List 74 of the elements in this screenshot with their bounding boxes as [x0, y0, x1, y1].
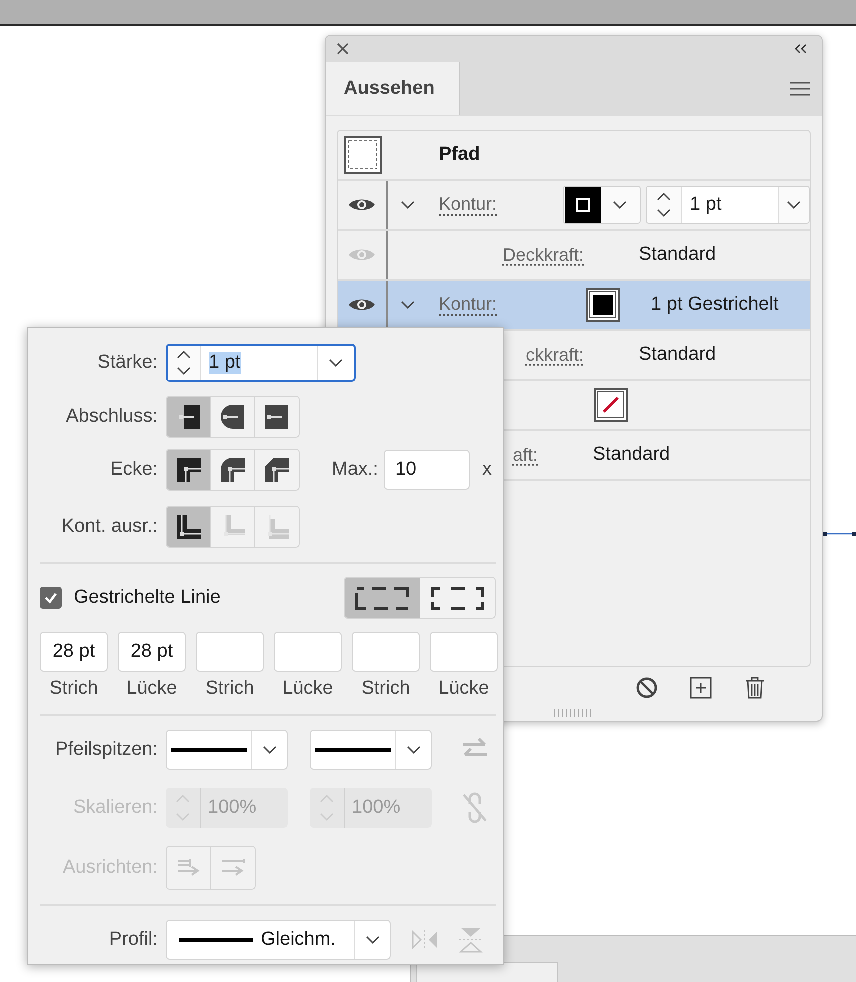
stroke-weight-field[interactable]: 1 pt	[166, 344, 356, 382]
arrowhead-dropdown[interactable]	[310, 730, 432, 770]
field-label: Kont. ausr.:	[60, 516, 158, 538]
field-label: Lücke	[126, 678, 178, 700]
resize-grip-icon[interactable]	[553, 709, 593, 717]
align-stroke-button[interactable]	[167, 507, 211, 547]
unit-label: x	[482, 459, 492, 481]
field-label: Ecke:	[109, 459, 158, 481]
appearance-row[interactable]: Kontur: 1 pt	[338, 181, 810, 231]
stroke-link[interactable]: Kontur:	[439, 194, 498, 216]
dash-field[interactable]: 28 pt	[40, 632, 108, 672]
chevron-icon	[329, 359, 343, 367]
arrow-align-icon	[176, 858, 202, 878]
stroke-swatch-dropdown[interactable]	[563, 186, 642, 224]
opacity-value: Standard	[593, 444, 670, 466]
aligned-dash-icon	[428, 585, 486, 611]
checkbox[interactable]	[40, 587, 62, 609]
stroke-link[interactable]: Kontur:	[439, 294, 498, 316]
dash-field[interactable]	[430, 632, 498, 672]
field-label: Abschluss:	[65, 406, 158, 428]
round-cap-icon	[220, 404, 246, 430]
path-thumbnail-icon	[344, 136, 382, 174]
projecting-cap-icon	[264, 404, 290, 430]
field-label: Lücke	[438, 678, 490, 700]
trash-icon[interactable]	[744, 677, 766, 699]
appearance-row[interactable]: Pfad	[338, 131, 810, 181]
collapse-icon[interactable]	[794, 44, 808, 54]
dash-style-button[interactable]	[345, 578, 420, 618]
align-center-icon	[176, 514, 202, 540]
chevron-icon	[262, 746, 276, 754]
chevron-icon[interactable]	[401, 201, 415, 209]
bevel-corner-icon	[264, 457, 290, 483]
object-title: Pfad	[439, 144, 480, 166]
chevron-icon	[366, 936, 380, 944]
arrowhead-dropdown[interactable]	[166, 730, 288, 770]
field-label: Lücke	[282, 678, 334, 700]
miter-corner-icon	[176, 457, 202, 483]
opacity-value: Standard	[639, 344, 716, 366]
chevron-icon[interactable]	[401, 301, 415, 309]
dash-field[interactable]	[352, 632, 420, 672]
appearance-row[interactable]: Kontur: 1 pt Gestrichelt	[338, 281, 810, 331]
field-label: Strich	[50, 678, 98, 700]
add-icon[interactable]	[690, 677, 712, 699]
dash-field[interactable]: 28 pt	[118, 632, 186, 672]
chevron-icon	[787, 201, 801, 209]
dash-field[interactable]	[274, 632, 342, 672]
profile-dropdown[interactable]: Gleichm.	[166, 920, 391, 960]
close-icon[interactable]	[336, 42, 350, 56]
dash-field[interactable]	[196, 632, 264, 672]
cap-button[interactable]	[167, 397, 211, 437]
field-label: Pfeilspitzen:	[54, 739, 158, 761]
opacity-value: Standard	[639, 244, 716, 266]
field-label: Strich	[206, 678, 254, 700]
field-label: Profil:	[108, 929, 158, 951]
menu-icon[interactable]	[790, 82, 810, 96]
stroke-value: 1 pt Gestrichelt	[651, 294, 779, 316]
clear-icon[interactable]	[636, 677, 658, 699]
chevron-icon	[613, 201, 628, 209]
opacity-link[interactable]: Deckkraft:	[428, 245, 584, 265]
corner-button[interactable]	[167, 450, 211, 490]
checkbox-label: Gestrichelte Linie	[74, 587, 221, 609]
arrow-align-icon	[220, 858, 246, 878]
miter-limit-field[interactable]: 10	[384, 450, 470, 490]
field-label: Stärke:	[96, 352, 158, 374]
chevron-icon	[406, 746, 420, 754]
no-fill-swatch-icon[interactable]	[594, 388, 628, 422]
panel-tab[interactable]: Aussehen	[326, 62, 460, 115]
spinner-icon	[168, 346, 201, 380]
exact-dash-icon	[354, 585, 412, 611]
stroke-swatch-icon[interactable]	[586, 288, 620, 322]
stroke-swatch-icon	[565, 187, 602, 223]
stroke-weight-field[interactable]: 1 pt	[646, 186, 810, 224]
field-label: Strich	[362, 678, 410, 700]
round-corner-icon	[220, 457, 246, 483]
